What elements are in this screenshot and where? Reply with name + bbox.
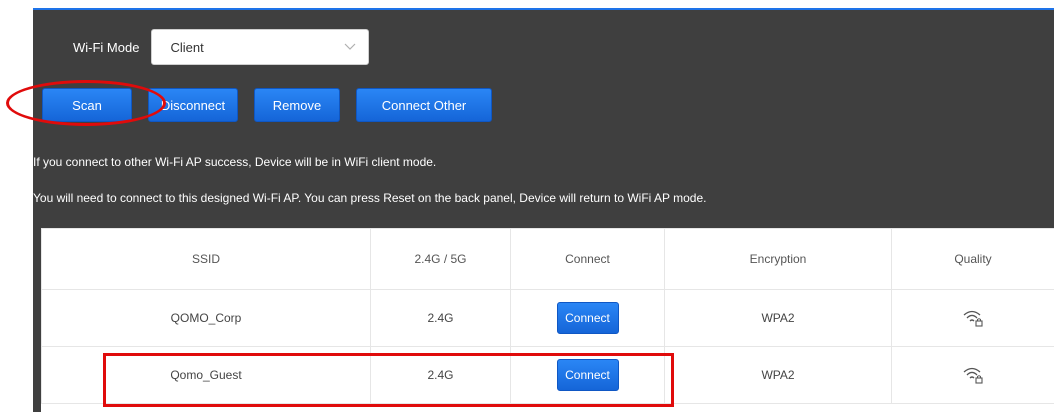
left-margin [0,10,33,412]
disconnect-button[interactable]: Disconnect [148,88,238,122]
band-cell: 2.4G [370,289,511,347]
toolbar: Scan Disconnect Remove Connect Other [42,88,508,122]
connect-button[interactable]: Connect [556,359,619,391]
wifi-settings-panel: Wi-Fi Mode Client Scan Disconnect Remove… [33,10,1054,412]
wifi-mode-row: Wi-Fi Mode Client [73,28,370,66]
wifi-lock-icon [963,310,983,327]
quality-cell [891,289,1054,347]
header-connect: Connect [510,228,665,290]
ap-list-table: SSID 2.4G / 5G Connect Encryption Qualit… [41,228,1054,412]
remove-button[interactable]: Remove [254,88,340,122]
wifi-mode-label: Wi-Fi Mode [73,39,140,55]
ssid-cell: QOMO_Corp [41,289,371,347]
info-text-client-mode: If you connect to other Wi-Fi AP success… [33,155,437,169]
band-cell: 2.4G [370,346,511,404]
wifi-lock-icon [963,367,983,384]
encryption-cell: WPA2 [664,346,892,404]
info-text-reset: You will need to connect to this designe… [33,191,707,205]
chevron-down-icon [345,43,356,50]
scan-button[interactable]: Scan [42,88,132,122]
quality-cell [891,346,1054,404]
table-row: Qomo_Guest 2.4G Connect WPA2 [41,346,1054,404]
connect-other-button[interactable]: Connect Other [356,88,492,122]
encryption-cell: WPA2 [664,289,892,347]
ssid-cell: Qomo_Guest [41,346,371,404]
wifi-mode-select[interactable]: Client [151,29,370,65]
table-header-row: SSID 2.4G / 5G Connect Encryption Qualit… [41,228,1054,290]
table-row: QOMO_Corp 2.4G Connect WPA2 [41,289,1054,347]
connect-button[interactable]: Connect [556,302,619,334]
connect-cell: Connect [510,346,665,404]
connect-cell: Connect [510,289,665,347]
header-band: 2.4G / 5G [370,228,511,290]
header-ssid: SSID [41,228,371,290]
header-encryption: Encryption [664,228,892,290]
header-quality: Quality [891,228,1054,290]
wifi-mode-selected-value: Client [170,39,204,55]
